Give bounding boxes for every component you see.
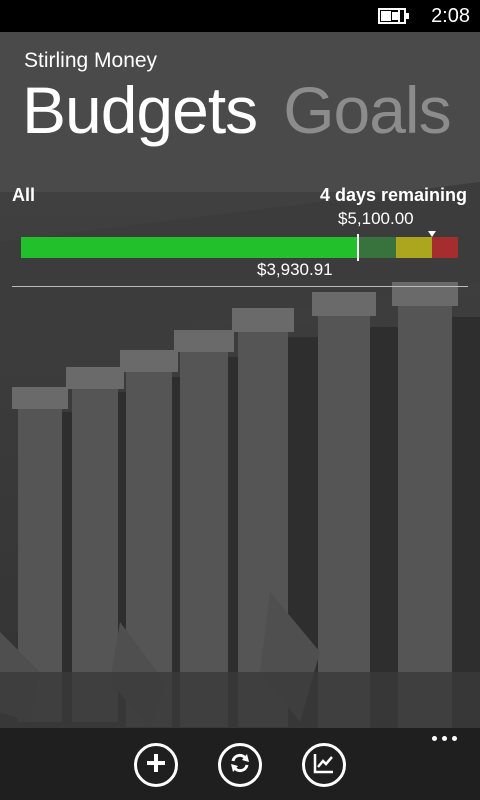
chart-button[interactable] — [302, 743, 346, 787]
add-button[interactable] — [134, 743, 178, 787]
budget-name[interactable]: All — [12, 185, 35, 206]
clock: 2:08 — [431, 5, 470, 27]
sync-button[interactable] — [218, 743, 262, 787]
pivot-item-goals[interactable]: Goals — [283, 72, 451, 148]
app-bar — [0, 728, 480, 800]
budget-marker-icon — [428, 231, 436, 237]
more-dots-icon[interactable] — [432, 734, 458, 744]
budget-amount: $5,100.00 — [338, 209, 414, 228]
add-icon — [144, 751, 168, 780]
pivot-item-budgets[interactable]: Budgets — [22, 72, 258, 148]
warning-segment — [396, 237, 432, 258]
budget-progress-bar[interactable] — [21, 231, 458, 261]
over-budget-segment — [432, 237, 458, 258]
battery-charging-icon — [378, 6, 412, 26]
chart-icon — [312, 751, 336, 780]
app-title: Stirling Money — [24, 49, 158, 72]
sync-icon — [228, 751, 252, 780]
spent-amount: $3,930.91 — [257, 260, 333, 279]
days-remaining: 4 days remaining — [319, 185, 467, 205]
remaining-on-track-segment — [358, 237, 396, 258]
divider — [12, 286, 468, 287]
spent-segment — [21, 237, 358, 258]
spent-marker — [357, 234, 359, 261]
pivot-header: Budgets Goals — [22, 72, 452, 148]
screen: 2:08 Stirling Money Budgets Goals All 4 d… — [0, 0, 480, 800]
status-bar: 2:08 — [0, 0, 480, 32]
